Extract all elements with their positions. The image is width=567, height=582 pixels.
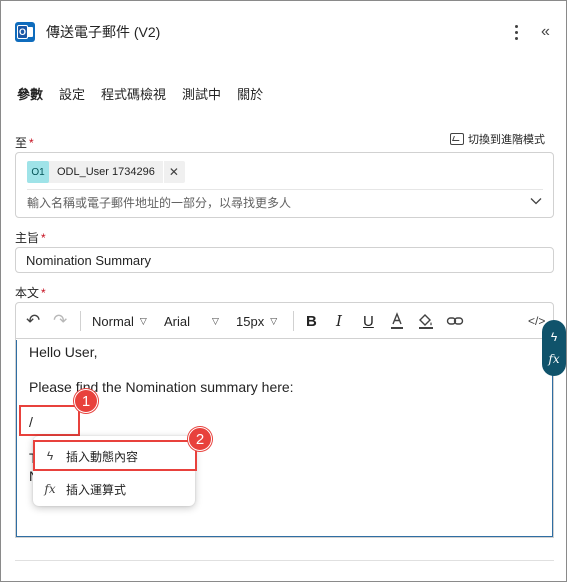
undo-icon[interactable]: ↶ (26, 311, 40, 331)
action-title: 傳送電子郵件 (V2) (46, 24, 161, 40)
dynamic-content-pill: ϟ fx (542, 320, 566, 376)
font-dropdown[interactable]: Arial ▽ (164, 311, 219, 331)
italic-button[interactable]: I (336, 311, 342, 331)
subject-field (15, 247, 554, 273)
body-line-greeting: Hello User, (29, 344, 98, 360)
fx-icon[interactable]: fx (548, 352, 559, 366)
body-label: 本文 * (15, 286, 46, 300)
subject-input[interactable] (26, 252, 541, 269)
annotation-highlight-1 (19, 405, 80, 436)
menu-item-insert-expression[interactable]: fx 插入運算式 (37, 475, 191, 503)
tab-settings[interactable]: 設定 (59, 84, 85, 109)
chevron-down-icon[interactable] (529, 194, 543, 208)
close-icon[interactable]: ✕ (167, 165, 181, 179)
annotation-callout-1: 1 (74, 389, 98, 413)
avatar: O1 (27, 161, 49, 183)
font-color-icon[interactable] (389, 311, 405, 331)
chevron-down-icon: ▽ (139, 315, 147, 326)
annotation-highlight-2 (33, 440, 197, 471)
chevron-down-icon: ▽ (212, 315, 219, 326)
collapse-panel-button[interactable]: « (541, 22, 557, 42)
chevron-down-icon: ▽ (270, 315, 278, 326)
outlook-icon: O (15, 22, 35, 42)
more-options-button[interactable] (508, 22, 524, 42)
tab-about[interactable]: 關於 (237, 84, 263, 109)
more-vertical-icon (514, 24, 518, 28)
to-field: O1 ODL_User 1734296 ✕ (15, 152, 554, 218)
editor-toolbar: ↶ ↷ Normal ▽ Arial ▽ 15px ▽ B I U </> (16, 303, 553, 339)
panel-header: O 傳送電子郵件 (V2) (15, 20, 160, 44)
recipient-name: ODL_User 1734296 (57, 166, 155, 178)
switch-advanced-mode-button[interactable]: 切換到進階模式 (450, 131, 545, 147)
tab-parameters[interactable]: 參數 (17, 84, 43, 109)
redo-icon[interactable]: ↷ (53, 311, 67, 331)
tab-testing[interactable]: 測試中 (182, 84, 221, 109)
link-icon[interactable] (446, 311, 464, 331)
body-line-intro: Please find the Nomination summary here: (29, 379, 294, 395)
bold-button[interactable]: B (306, 311, 317, 331)
subject-label: 主旨 * (15, 231, 46, 245)
underline-button[interactable]: U (363, 311, 374, 331)
annotation-callout-2: 2 (188, 427, 212, 451)
tab-bar: 參數 設定 程式碼檢視 測試中 關於 (17, 84, 279, 109)
divider (15, 560, 554, 561)
lightning-icon[interactable]: ϟ (551, 330, 557, 344)
tab-code-view[interactable]: 程式碼檢視 (101, 84, 166, 109)
fx-icon: fx (44, 482, 56, 496)
format-style-dropdown[interactable]: Normal ▽ (92, 311, 147, 331)
font-size-dropdown[interactable]: 15px ▽ (236, 311, 277, 331)
advanced-mode-icon (450, 133, 464, 145)
highlight-fill-icon[interactable] (417, 311, 435, 331)
recipient-search-input[interactable] (27, 194, 507, 212)
to-label: 至 * (15, 136, 34, 150)
recipient-chip[interactable]: O1 ODL_User 1734296 ✕ (27, 161, 185, 183)
